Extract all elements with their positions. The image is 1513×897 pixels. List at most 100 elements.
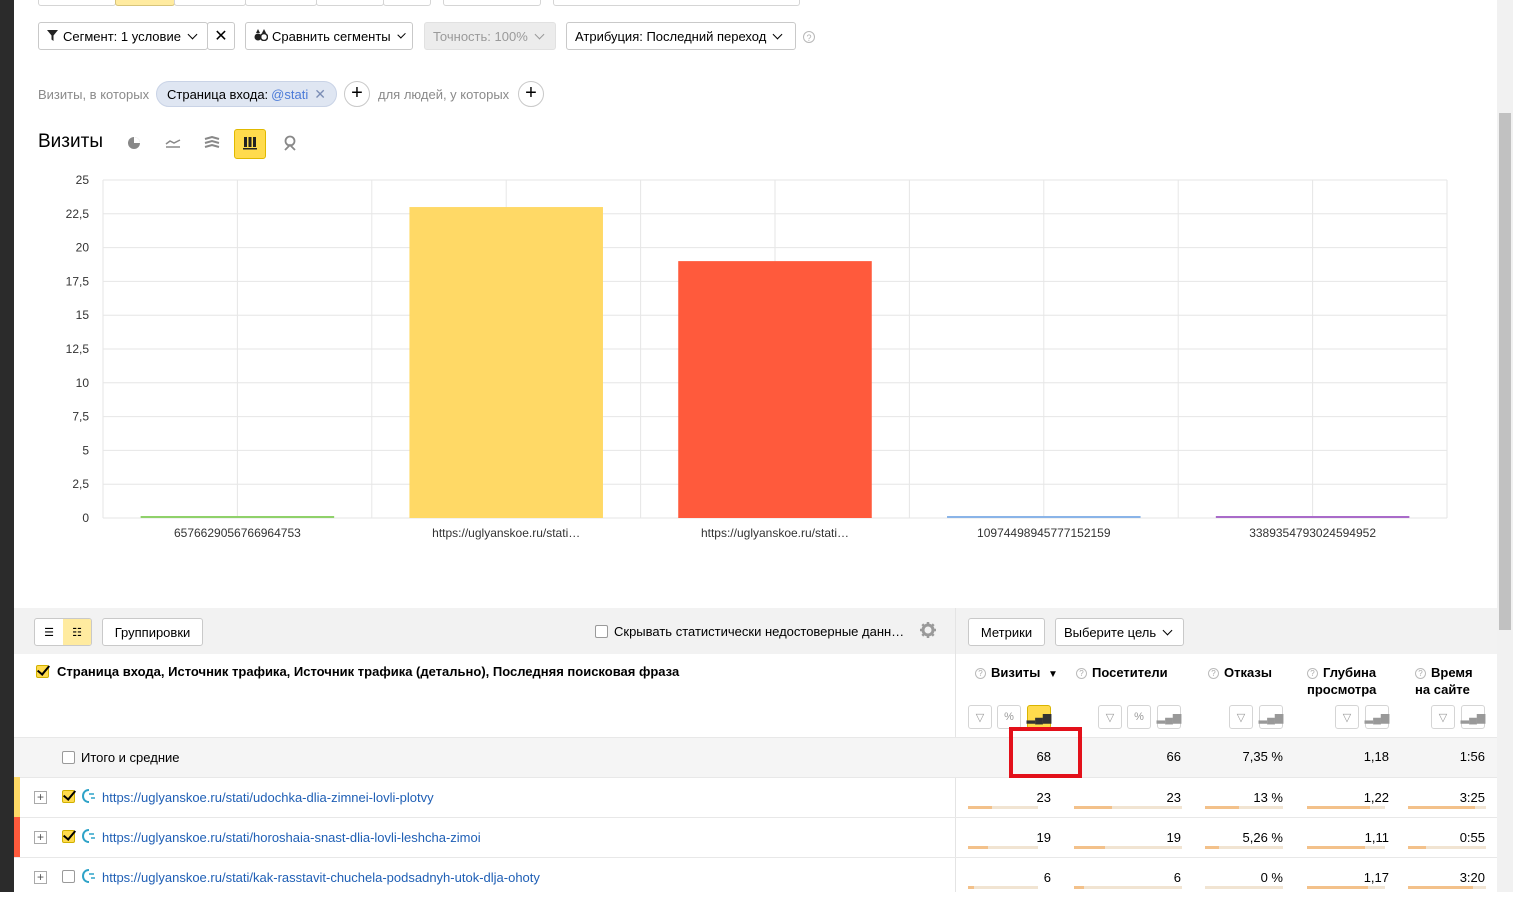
chart-bar[interactable] (140, 516, 335, 518)
tree-list-icon[interactable]: ☷ (63, 619, 91, 645)
column-header-bounces[interactable]: ? Отказы (1208, 664, 1272, 681)
visits-percent-button[interactable]: % (997, 705, 1021, 729)
y-tick-label: 2,5 (72, 477, 89, 491)
visitors-filter-button[interactable]: ▽ (1098, 705, 1122, 729)
time-filter-button[interactable]: ▽ (1431, 705, 1455, 729)
chart-type-line-button[interactable] (157, 129, 189, 159)
segment-button[interactable]: Сегмент: 1 условие (38, 22, 208, 50)
y-tick-label: 22,5 (66, 207, 90, 221)
time-chart-button[interactable]: ▂▄▆ (1461, 705, 1485, 729)
gear-icon[interactable] (919, 621, 937, 642)
metric-bar-fill (968, 806, 992, 809)
help-icon[interactable]: ? (1415, 668, 1426, 679)
chart-bar[interactable] (409, 207, 603, 518)
flat-list-icon[interactable]: ☰ (35, 619, 63, 645)
detail-button[interactable] (553, 0, 800, 6)
row-time: 3:20 (1459, 870, 1485, 885)
add-people-condition-button[interactable]: + (518, 81, 544, 107)
help-icon[interactable]: ? (1307, 668, 1318, 679)
row-url-link[interactable]: https://uglyanskoe.ru/stati/kak-rasstavi… (102, 870, 540, 885)
period-tab[interactable] (38, 0, 116, 6)
period-tab[interactable] (316, 0, 384, 6)
metric-bar-fill (1074, 806, 1112, 809)
row-checkbox[interactable] (62, 790, 75, 803)
period-tab[interactable] (383, 0, 431, 6)
search-engine-icon (81, 829, 96, 843)
column-header-time[interactable]: ? Время на сайте (1415, 664, 1473, 698)
attribution-select[interactable]: Атрибуция: Последний переход (566, 22, 796, 50)
help-icon[interactable]: ? (1076, 668, 1087, 679)
select-all-checkbox[interactable] (36, 665, 49, 678)
metric-bar-fill (1307, 806, 1371, 809)
help-icon[interactable]: ? (975, 668, 986, 679)
chart-type-area-button[interactable] (196, 129, 228, 159)
search-engine-icon (81, 869, 96, 883)
metrics-button[interactable]: Метрики (968, 618, 1045, 646)
area-chart-icon (204, 135, 220, 153)
search-engine-icon (81, 789, 96, 803)
metric-bar-fill (1307, 846, 1365, 849)
accuracy-select[interactable]: Точность: 100% (424, 22, 556, 50)
period-tab-active[interactable] (115, 0, 175, 6)
chart-type-map-button[interactable] (274, 129, 306, 159)
percent-icon: % (1134, 711, 1144, 723)
row-checkbox[interactable] (62, 870, 75, 883)
visits-filter-button[interactable]: ▽ (968, 705, 992, 729)
column-header-depth[interactable]: ? Глубина просмотра (1307, 664, 1376, 698)
metrics-label: Метрики (980, 624, 1033, 640)
hide-unreliable-checkbox[interactable] (595, 625, 608, 638)
total-row-checkbox[interactable] (62, 751, 75, 764)
table-view-toggle[interactable]: ☰ ☷ (34, 618, 92, 646)
expand-row-button[interactable]: + (34, 831, 47, 844)
row-bounces: 0 % (1260, 870, 1283, 885)
help-icon[interactable]: ? (1208, 668, 1219, 679)
bounces-chart-button[interactable]: ▂▄▆ (1259, 705, 1283, 729)
y-tick-label: 0 (82, 511, 89, 525)
chart-bar[interactable] (947, 516, 1141, 518)
metric-bar-track (1205, 886, 1283, 889)
y-tick-label: 12,5 (66, 342, 90, 356)
column-depth-label-2: просмотра (1307, 682, 1377, 697)
hide-unreliable-option[interactable]: Скрывать статистически недостоверные дан… (595, 624, 904, 639)
row-url-link[interactable]: https://uglyanskoe.ru/stati/horoshaia-sn… (102, 830, 481, 845)
groupings-button[interactable]: Группировки (102, 618, 203, 646)
row-visits: 6 (1043, 870, 1051, 885)
help-icon[interactable]: ? (803, 31, 815, 43)
expand-row-button[interactable]: + (34, 791, 47, 804)
goal-select[interactable]: Выберите цель (1055, 618, 1184, 646)
period-tab[interactable] (174, 0, 246, 6)
chart-bar[interactable] (678, 261, 872, 518)
sort-desc-icon: ▼ (1047, 669, 1058, 680)
remove-condition-icon[interactable]: ✕ (314, 86, 326, 103)
bar-chart-icon: ▂▄▆ (1258, 711, 1284, 724)
segment-button-label: Сегмент: 1 условие (63, 28, 181, 44)
expand-row-button[interactable]: + (34, 871, 47, 884)
dimensions-header[interactable]: Страница входа, Источник трафика, Источн… (36, 664, 679, 679)
visitors-percent-button[interactable]: % (1127, 705, 1151, 729)
depth-filter-button[interactable]: ▽ (1335, 705, 1359, 729)
bounces-filter-button[interactable]: ▽ (1229, 705, 1253, 729)
column-header-visitors[interactable]: ? Посетители (1076, 664, 1168, 681)
compare-segments-button[interactable]: Сравнить сегменты (245, 22, 413, 50)
add-visit-condition-button[interactable]: + (344, 81, 370, 107)
row-bounces: 13 % (1253, 790, 1283, 805)
row-checkbox[interactable] (62, 830, 75, 843)
visitors-chart-button[interactable]: ▂▄▆ (1157, 705, 1181, 729)
chart-type-bar-button[interactable] (234, 129, 266, 159)
metric-bar-fill (968, 846, 988, 849)
date-range-button[interactable] (443, 0, 541, 6)
chart-bar[interactable] (1215, 516, 1410, 518)
column-header-visits[interactable]: ? Визиты ▼ (975, 664, 1058, 683)
row-url-link[interactable]: https://uglyanskoe.ru/stati/udochka-dlia… (102, 790, 434, 805)
bar-chart-icon (243, 136, 257, 153)
visits-chart-button[interactable]: ▂▄▆ (1027, 705, 1051, 729)
period-tab[interactable] (245, 0, 317, 6)
chevron-down-icon (396, 29, 406, 39)
filter-icon: ▽ (1236, 711, 1246, 724)
chart-type-pie-button[interactable] (118, 129, 150, 159)
scrollbar-thumb[interactable] (1499, 113, 1511, 630)
metric-bar-fill (1408, 846, 1426, 849)
segment-condition-chip[interactable]: Страница входа: @stati ✕ (156, 81, 337, 107)
segment-clear-button[interactable]: ✕ (207, 22, 235, 50)
depth-chart-button[interactable]: ▂▄▆ (1365, 705, 1389, 729)
